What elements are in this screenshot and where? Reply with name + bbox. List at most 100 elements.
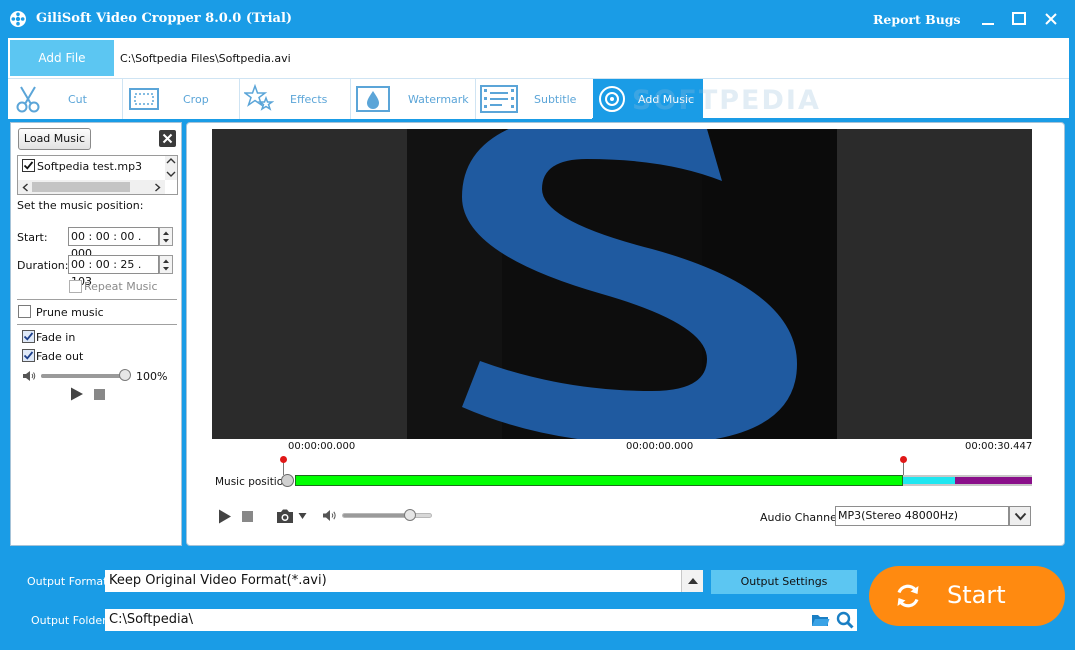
maximize-icon[interactable] [1009, 9, 1029, 29]
convert-arrows-icon [897, 584, 919, 608]
marker-dot [900, 456, 908, 463]
stepper-up-icon[interactable] [162, 258, 170, 264]
remove-music-icon[interactable] [159, 130, 176, 147]
tab-effects[interactable]: Effects [240, 79, 350, 119]
tab-watermark[interactable]: Watermark [351, 79, 475, 119]
music-end-marker[interactable] [899, 455, 908, 475]
timeline-segment-purple [954, 477, 1032, 484]
tab-cut-label: Cut [68, 93, 87, 106]
tab-cut[interactable]: Cut [8, 79, 122, 119]
music-start-marker[interactable] [279, 455, 288, 475]
fade-out-checkbox[interactable] [22, 349, 35, 362]
output-folder-input[interactable]: C:\Softpedia\ [105, 609, 857, 631]
report-bugs-link[interactable]: Report Bugs [873, 12, 961, 27]
softpedia-watermark: SOFTPEDIA [632, 85, 821, 116]
audio-channel-label: Audio Channel: [760, 511, 844, 524]
crop-frame-icon [129, 88, 159, 110]
preview-panel: 00:00:00.000 00:00:00.000 00:00:30.447 M… [186, 122, 1065, 546]
load-music-button[interactable]: Load Music [18, 128, 91, 150]
timeline-end-time: 00:00:30.447 [965, 441, 1033, 452]
duration-time-stepper[interactable] [159, 255, 173, 274]
horizontal-scrollbar[interactable] [18, 180, 165, 194]
music-range-bar[interactable] [295, 475, 904, 486]
timeline-start-time: 00:00:00.000 [288, 441, 356, 452]
stepper-down-icon[interactable] [162, 238, 170, 244]
start-label: Start: [17, 231, 48, 244]
add-file-button[interactable]: Add File [10, 40, 114, 76]
scrollbar-thumb[interactable] [32, 182, 130, 192]
video-frame [212, 129, 1032, 439]
music-volume-handle[interactable] [119, 369, 131, 381]
window-title: GiliSoft Video Cropper 8.0.0 (Trial) [36, 11, 293, 26]
player-volume-fill [343, 514, 411, 517]
vertical-scrollbar[interactable] [165, 156, 177, 180]
chevron-up-icon[interactable] [687, 577, 699, 585]
music-file-name: Softpedia test.mp3 [37, 160, 143, 173]
chevron-right-icon[interactable] [154, 183, 161, 192]
start-time-stepper[interactable] [159, 227, 173, 246]
fade-in-checkbox[interactable] [22, 330, 35, 343]
prune-music-label: Prune music [36, 306, 104, 319]
start-button[interactable]: Start [869, 566, 1065, 626]
timeline-track[interactable] [295, 475, 1032, 486]
repeat-music-label: Repeat Music [84, 280, 158, 293]
drop-icon [356, 86, 390, 112]
output-format-dropdown-button[interactable] [681, 570, 703, 592]
timeline-current-time: 00:00:00.000 [626, 441, 694, 452]
tab-subtitle[interactable]: Subtitle [476, 79, 592, 119]
stop-icon[interactable] [94, 389, 105, 400]
chevron-down-icon[interactable] [166, 170, 176, 178]
music-volume-fill [41, 374, 125, 378]
source-file-path: C:\Softpedia Files\Softpedia.avi [120, 52, 291, 65]
audio-channel-dropdown-button[interactable] [1009, 506, 1031, 526]
duration-time-input[interactable]: 00 : 00 : 25 . 103 [68, 255, 159, 288]
folder-icon[interactable] [811, 612, 830, 628]
tab-crop[interactable]: Crop [123, 79, 239, 119]
music-file-list: Softpedia test.mp3 [17, 155, 178, 195]
tab-watermark-label: Watermark [408, 93, 469, 106]
player-volume-handle[interactable] [403, 509, 416, 521]
list-item[interactable]: Softpedia test.mp3 [18, 156, 165, 176]
speaker-icon [323, 510, 336, 521]
duration-label: Duration: [17, 259, 69, 272]
dropdown-arrow-icon[interactable] [298, 512, 307, 520]
file-bar: Add File C:\Softpedia Files\Softpedia.av… [8, 38, 1069, 78]
music-position-label: Music position [215, 476, 290, 488]
chevron-down-icon[interactable] [1014, 512, 1027, 521]
minimize-icon[interactable] [978, 9, 998, 29]
stepper-up-icon[interactable] [162, 230, 170, 236]
fade-in-label: Fade in [36, 331, 76, 344]
repeat-music-checkbox[interactable] [69, 280, 82, 293]
music-volume-value: 100% [136, 370, 168, 383]
divider [17, 299, 177, 300]
music-volume-slider[interactable] [41, 374, 125, 378]
tab-effects-label: Effects [290, 93, 328, 106]
output-settings-button[interactable]: Output Settings [711, 570, 857, 594]
output-format-label: Output Format: [27, 575, 112, 588]
chevron-left-icon[interactable] [22, 183, 29, 192]
camera-icon[interactable] [275, 508, 295, 524]
film-reel-icon [10, 11, 26, 27]
divider [17, 324, 177, 325]
audio-channel-select[interactable]: MP3(Stereo 48000Hz) [835, 506, 1009, 526]
tab-crop-label: Crop [183, 93, 209, 106]
checkbox-checked-icon[interactable] [22, 159, 35, 172]
stepper-down-icon[interactable] [162, 266, 170, 272]
search-icon[interactable] [836, 611, 854, 629]
start-time-input[interactable]: 00 : 00 : 00 . 000 [68, 227, 159, 260]
close-icon[interactable] [1041, 9, 1061, 29]
player-volume-slider[interactable] [342, 513, 432, 518]
scissors-icon [16, 86, 40, 113]
prune-music-checkbox[interactable] [18, 305, 31, 318]
stop-icon[interactable] [242, 511, 253, 522]
play-icon[interactable] [218, 509, 232, 524]
start-button-label: Start [947, 581, 1006, 609]
marker-line [283, 461, 284, 475]
subtitle-icon [480, 85, 518, 113]
timeline-segment-cyan [903, 477, 955, 484]
output-format-select[interactable]: Keep Original Video Format(*.avi) [105, 570, 681, 592]
marker-dot [280, 456, 287, 463]
chevron-up-icon[interactable] [166, 157, 176, 165]
play-icon[interactable] [70, 387, 84, 401]
playhead-handle[interactable] [281, 474, 294, 487]
